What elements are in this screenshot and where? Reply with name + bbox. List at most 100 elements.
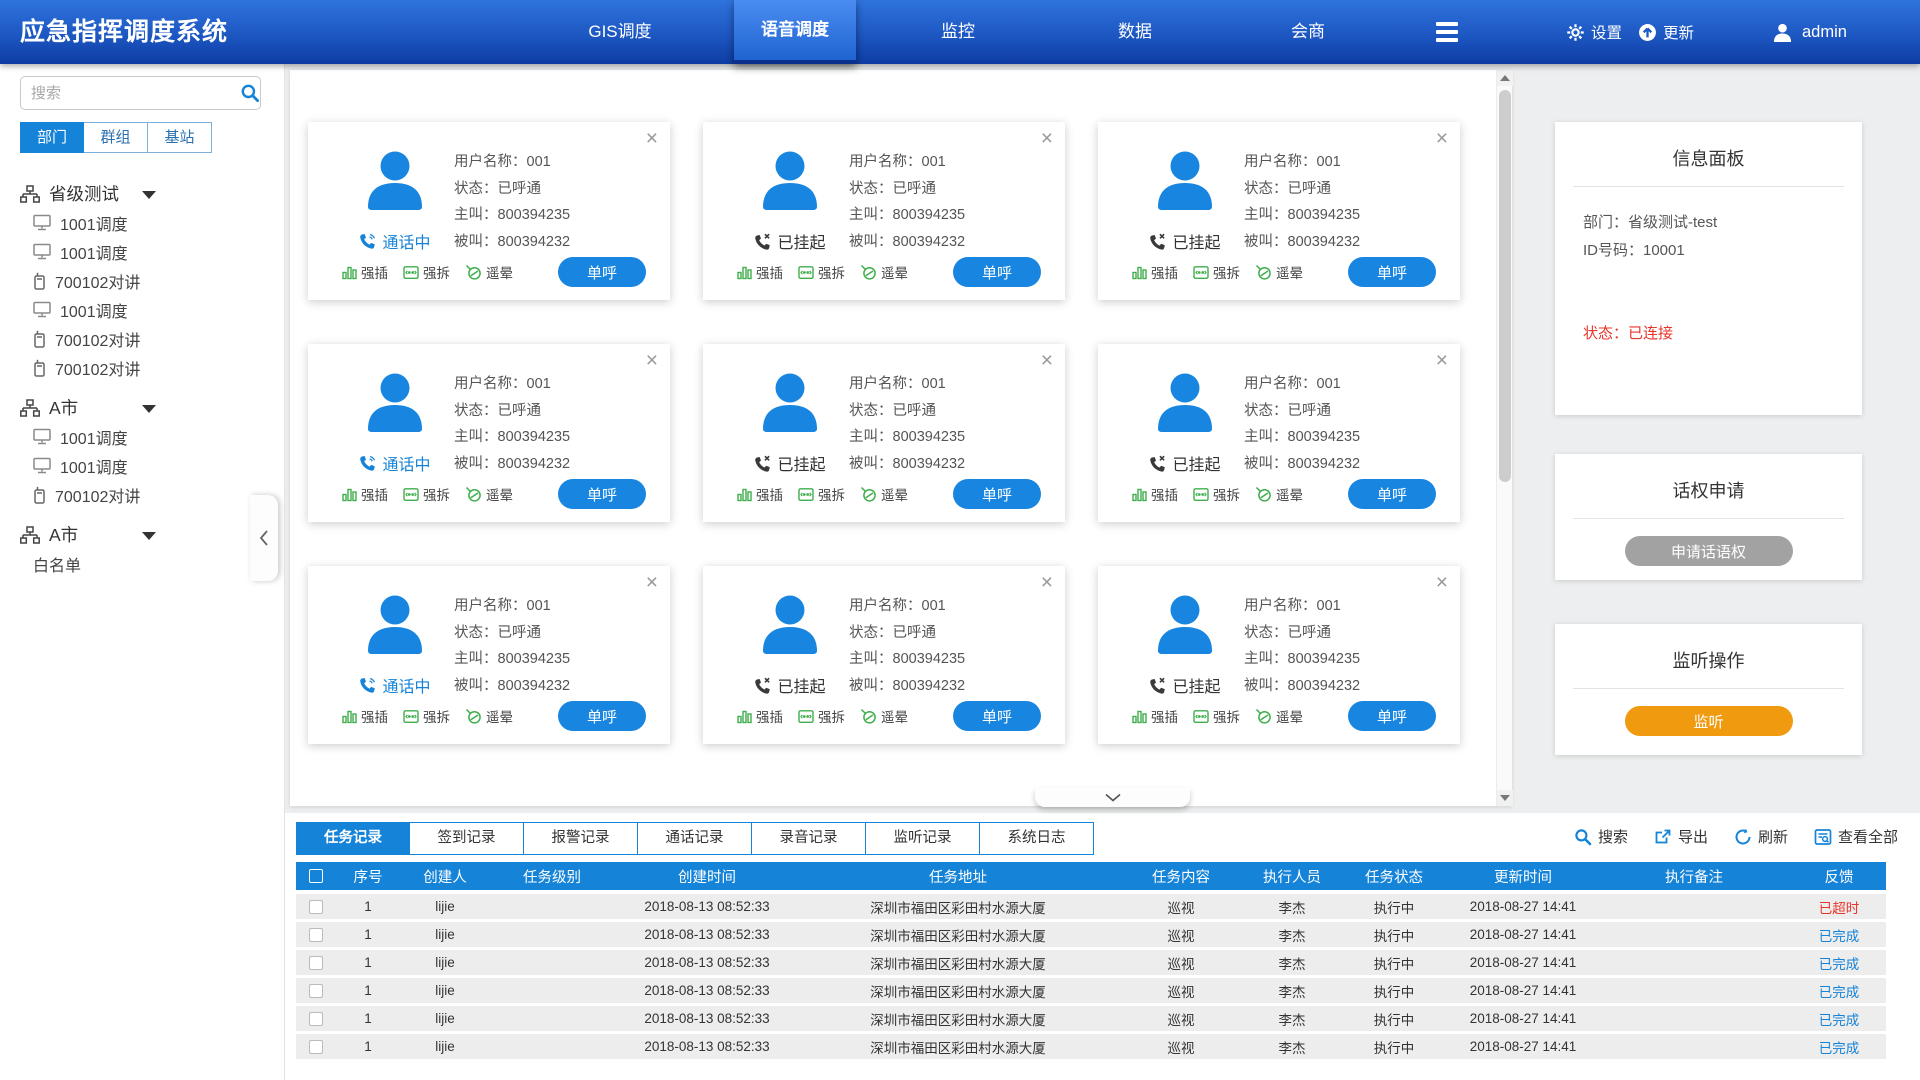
remote-stun-button[interactable]: 遥晕 [1255,484,1303,504]
force-insert-button[interactable]: 强插 [737,484,783,504]
remote-stun-button[interactable]: 遥晕 [860,484,908,504]
sidebar-collapse-handle[interactable] [250,495,278,581]
remote-stun-button[interactable]: 遥晕 [465,706,513,726]
record-tab[interactable]: 通话记录 [638,822,752,855]
request-talk-right-button[interactable]: 申请话语权 [1625,536,1793,566]
single-call-button[interactable]: 单呼 [1348,257,1436,287]
refresh-button[interactable]: 刷新 [1734,826,1788,847]
search-input[interactable] [21,85,240,102]
nav-menu-item[interactable]: 数据 [1074,0,1196,64]
single-call-button[interactable]: 单呼 [1348,479,1436,509]
tree-item[interactable]: 700102对讲 [20,266,270,295]
force-split-button[interactable]: 强拆 [403,706,450,726]
record-tab[interactable]: 系统日志 [980,822,1094,855]
force-insert-button[interactable]: 强插 [342,484,388,504]
chevron-down-icon[interactable] [142,405,156,413]
close-icon[interactable]: × [1041,350,1053,372]
force-split-button[interactable]: 强拆 [1193,262,1240,282]
force-insert-button[interactable]: 强插 [1132,484,1178,504]
force-split-button[interactable]: 强拆 [403,484,450,504]
single-call-button[interactable]: 单呼 [953,257,1041,287]
force-split-button[interactable]: 强拆 [798,262,845,282]
nav-menu-item[interactable]: 会商 [1247,0,1369,64]
close-icon[interactable]: × [646,350,658,372]
tree-item[interactable]: 1001调度 [20,451,270,480]
record-tab[interactable]: 任务记录 [296,822,410,855]
sidebar-tab[interactable]: 基站 [148,122,212,153]
remote-stun-button[interactable]: 遥晕 [1255,706,1303,726]
scroll-down-button[interactable] [1497,790,1513,806]
record-tab[interactable]: 报警记录 [524,822,638,855]
remote-stun-button[interactable]: 遥晕 [1255,262,1303,282]
listen-button[interactable]: 监听 [1625,706,1793,736]
single-call-button[interactable]: 单呼 [558,257,646,287]
search-icon[interactable] [240,83,260,103]
tree-item[interactable]: 1001调度 [20,295,270,324]
force-split-button[interactable]: 强拆 [1193,706,1240,726]
remote-stun-button[interactable]: 遥晕 [465,262,513,282]
sidebar-tab[interactable]: 群组 [84,122,148,153]
tree-item[interactable]: 700102对讲 [20,480,270,509]
chevron-down-icon[interactable] [142,532,156,540]
tree-item[interactable]: 700102对讲 [20,353,270,382]
tree-item[interactable]: 1001调度 [20,208,270,237]
tree-item[interactable]: A市 [20,393,270,422]
close-icon[interactable]: × [646,572,658,594]
table-row[interactable]: 1 lijie 2018-08-13 08:52:33 深圳市福田区彩田村水源大… [296,1006,1886,1031]
sidebar-tab[interactable]: 部门 [20,122,84,153]
nav-menu-item[interactable]: GIS调度 [559,0,681,64]
table-row[interactable]: 1 lijie 2018-08-13 08:52:33 深圳市福田区彩田村水源大… [296,1034,1886,1059]
table-row[interactable]: 1 lijie 2018-08-13 08:52:33 深圳市福田区彩田村水源大… [296,922,1886,947]
single-call-button[interactable]: 单呼 [953,479,1041,509]
force-split-button[interactable]: 强拆 [798,706,845,726]
force-insert-button[interactable]: 强插 [342,262,388,282]
remote-stun-button[interactable]: 遥晕 [465,484,513,504]
table-row[interactable]: 1 lijie 2018-08-13 08:52:33 深圳市福田区彩田村水源大… [296,894,1886,919]
export-button[interactable]: 导出 [1654,826,1708,847]
chevron-down-icon[interactable] [142,191,156,199]
scroll-up-button[interactable] [1497,70,1513,86]
close-icon[interactable]: × [1041,128,1053,150]
view-all-button[interactable]: 查看全部 [1814,826,1898,847]
cards-collapse-handle[interactable] [1035,788,1190,807]
tree-item[interactable]: A市 [20,520,270,549]
nav-menu-item[interactable]: 语音调度 [734,0,856,64]
single-call-button[interactable]: 单呼 [558,479,646,509]
record-tab[interactable]: 签到记录 [410,822,524,855]
record-tab[interactable]: 录音记录 [752,822,866,855]
force-split-button[interactable]: 强拆 [1193,484,1240,504]
tree-item[interactable]: 省级测试 [20,179,270,208]
row-checkbox[interactable] [309,984,323,998]
tree-item[interactable]: 700102对讲 [20,324,270,353]
table-row[interactable]: 1 lijie 2018-08-13 08:52:33 深圳市福田区彩田村水源大… [296,978,1886,1003]
settings-button[interactable]: 设置 [1566,0,1622,64]
close-icon[interactable]: × [1436,572,1448,594]
row-checkbox[interactable] [309,900,323,914]
update-button[interactable]: 更新 [1638,0,1694,64]
select-all-checkbox[interactable] [309,869,323,883]
row-checkbox[interactable] [309,956,323,970]
close-icon[interactable]: × [646,128,658,150]
remote-stun-button[interactable]: 遥晕 [860,262,908,282]
table-row[interactable]: 1 lijie 2018-08-13 08:52:33 深圳市福田区彩田村水源大… [296,950,1886,975]
force-insert-button[interactable]: 强插 [342,706,388,726]
force-split-button[interactable]: 强拆 [798,484,845,504]
close-icon[interactable]: × [1041,572,1053,594]
tree-item[interactable]: 白名单 [20,549,270,578]
close-icon[interactable]: × [1436,128,1448,150]
row-checkbox[interactable] [309,1012,323,1026]
record-tab[interactable]: 监听记录 [866,822,980,855]
single-call-button[interactable]: 单呼 [558,701,646,731]
row-checkbox[interactable] [309,928,323,942]
tree-item[interactable]: 1001调度 [20,422,270,451]
force-insert-button[interactable]: 强插 [737,706,783,726]
nav-menu-item[interactable]: 监控 [897,0,1019,64]
force-insert-button[interactable]: 强插 [1132,262,1178,282]
user-menu[interactable]: admin [1772,0,1847,64]
row-checkbox[interactable] [309,1040,323,1054]
scrollbar-thumb[interactable] [1499,90,1511,482]
force-insert-button[interactable]: 强插 [737,262,783,282]
single-call-button[interactable]: 单呼 [1348,701,1436,731]
force-split-button[interactable]: 强拆 [403,262,450,282]
remote-stun-button[interactable]: 遥晕 [860,706,908,726]
